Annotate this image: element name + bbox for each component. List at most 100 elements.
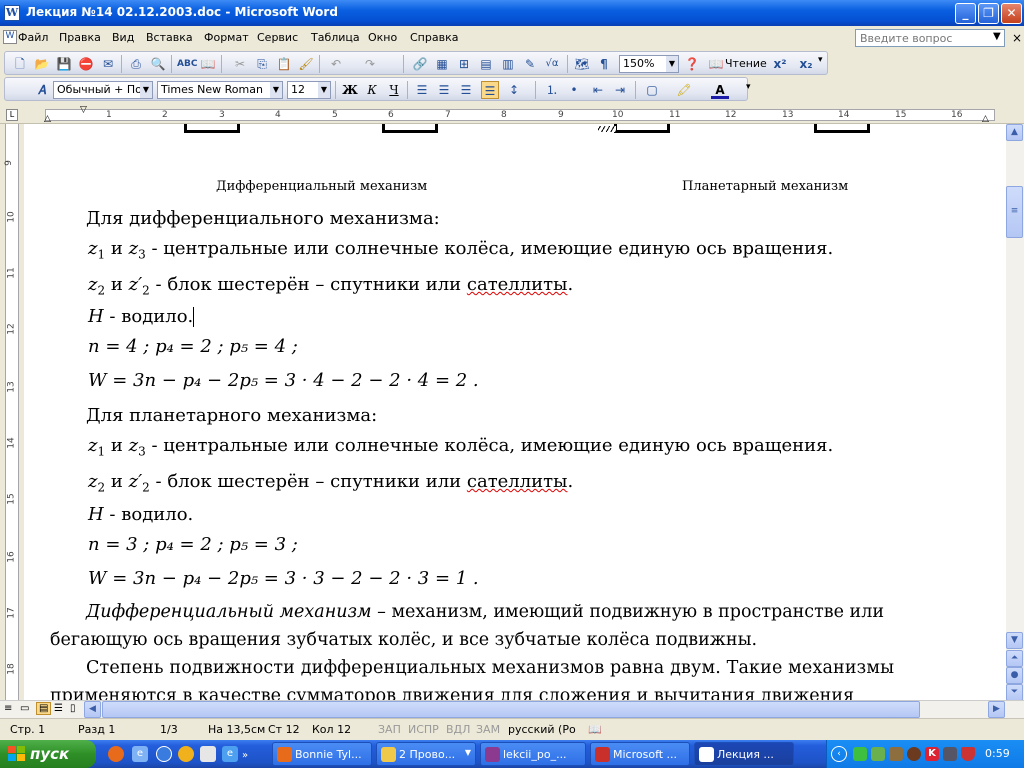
status-ovr[interactable]: ЗАМ: [476, 723, 500, 736]
document-map-icon[interactable]: 🗺: [573, 55, 591, 73]
align-center-icon[interactable]: ☰: [435, 81, 453, 99]
minimize-button[interactable]: _: [955, 3, 976, 24]
italic-button[interactable]: К: [363, 81, 381, 99]
underline-button[interactable]: Ч: [385, 81, 403, 99]
redo-icon[interactable]: ↷: [361, 55, 379, 73]
styles-formatting-icon[interactable]: 𝐴: [33, 81, 51, 99]
paste-icon[interactable]: 📋: [275, 55, 293, 73]
status-ext[interactable]: ВДЛ: [446, 723, 470, 736]
document-page[interactable]: Дифференциальный механизм Планетарный ме…: [24, 124, 1006, 700]
hyperlink-icon[interactable]: 🔗: [411, 55, 429, 73]
first-line-indent-marker[interactable]: ▽: [80, 105, 87, 115]
copy-icon[interactable]: ⎘: [253, 55, 271, 73]
toolbar-options-icon[interactable]: ▾: [818, 55, 823, 65]
borders-icon[interactable]: ▢: [643, 81, 661, 99]
undo-icon[interactable]: ↶: [327, 55, 345, 73]
style-select[interactable]: Обычный + По ц ▼: [53, 81, 153, 99]
status-rec[interactable]: ЗАП: [378, 723, 401, 736]
read-mode-icon[interactable]: 📖: [707, 55, 725, 73]
vertical-ruler[interactable]: 9 10 11 12 13 14 15 16 17 18: [0, 124, 24, 700]
align-right-icon[interactable]: ☰: [457, 81, 475, 99]
outline-view-icon[interactable]: ☰: [54, 703, 63, 714]
word-app-icon[interactable]: W: [4, 5, 20, 21]
next-page-button[interactable]: ⏷: [1006, 684, 1023, 701]
zoom-select[interactable]: 150% ▼: [619, 55, 679, 73]
hanging-indent-marker[interactable]: △: [44, 114, 51, 124]
security-shield-icon[interactable]: [961, 747, 975, 761]
scroll-down-button[interactable]: ▼: [1006, 632, 1023, 649]
select-browse-object-button[interactable]: ●: [1006, 667, 1023, 684]
tray-expand-icon[interactable]: ‹: [831, 746, 847, 762]
help-icon[interactable]: ❓: [683, 55, 701, 73]
tables-borders-icon[interactable]: ▦: [433, 55, 451, 73]
insert-excel-icon[interactable]: ▤: [477, 55, 495, 73]
ie2-quicklaunch-icon[interactable]: e: [222, 746, 238, 762]
line-spacing-icon[interactable]: ↕: [505, 81, 523, 99]
document-icon[interactable]: W: [3, 30, 17, 44]
task-word-document[interactable]: Лекция ...: [694, 742, 794, 766]
font-size-select[interactable]: 12 ▼: [287, 81, 331, 99]
tray-icon[interactable]: [907, 747, 921, 761]
highlight-icon[interactable]: 🖍: [675, 81, 693, 99]
new-document-icon[interactable]: 🗋: [11, 55, 29, 73]
drawing-icon[interactable]: ✎: [521, 55, 539, 73]
network-icon[interactable]: [943, 747, 957, 761]
spelling-status-icon[interactable]: 📖: [588, 723, 602, 736]
start-button[interactable]: пуск: [0, 740, 96, 768]
subscript-icon[interactable]: x₂: [797, 55, 815, 73]
menu-window[interactable]: Окно: [368, 31, 397, 44]
title-bar[interactable]: W Лекция №14 02.12.2003.doc - Microsoft …: [0, 0, 1024, 26]
scroll-thumb[interactable]: ≡: [1006, 186, 1023, 238]
menu-view[interactable]: Вид: [112, 31, 134, 44]
decrease-indent-icon[interactable]: ⇤: [589, 81, 607, 99]
quicklaunch-more-icon[interactable]: »: [242, 750, 248, 761]
toolbar-options-icon[interactable]: ▾: [746, 82, 751, 92]
menu-insert[interactable]: Вставка: [146, 31, 193, 44]
media-quicklaunch-icon[interactable]: [156, 746, 172, 762]
help-search-input[interactable]: Введите вопрос: [855, 29, 1005, 47]
read-mode-button[interactable]: Чтение: [725, 57, 767, 70]
task-microsoft[interactable]: Microsoft ...: [590, 742, 690, 766]
vertical-scrollbar[interactable]: ▲ ≡ ▼ ⏶ ● ⏷: [1006, 124, 1024, 701]
tab-selector-icon[interactable]: L: [6, 109, 18, 121]
kaspersky-icon[interactable]: K: [925, 747, 939, 761]
task-winrar[interactable]: lekcii_po_...: [480, 742, 586, 766]
scroll-right-button[interactable]: ▶: [988, 701, 1005, 718]
tray-icon[interactable]: [871, 747, 885, 761]
close-document-icon[interactable]: ×: [1012, 31, 1022, 45]
permission-icon[interactable]: ⛔: [77, 55, 95, 73]
tray-icon[interactable]: [889, 747, 903, 761]
ie-quicklaunch-icon[interactable]: e: [132, 746, 148, 762]
align-left-icon[interactable]: ☰: [413, 81, 431, 99]
firefox-quicklaunch-icon[interactable]: [108, 746, 124, 762]
research-icon[interactable]: 📖: [199, 55, 217, 73]
show-hide-icon[interactable]: ¶: [595, 55, 613, 73]
bullets-icon[interactable]: •: [565, 81, 583, 99]
task-firefox[interactable]: Bonnie Tyl...: [272, 742, 372, 766]
scroll-up-button[interactable]: ▲: [1006, 124, 1023, 141]
insert-table-icon[interactable]: ⊞: [455, 55, 473, 73]
status-trk[interactable]: ИСПР: [408, 723, 439, 736]
maximize-button[interactable]: ❐: [978, 3, 999, 24]
horizontal-scroll-thumb[interactable]: [102, 701, 920, 718]
clock-quicklaunch-icon[interactable]: [178, 746, 194, 762]
print-layout-icon[interactable]: ▤: [36, 702, 52, 715]
spelling-icon[interactable]: ABC: [177, 55, 197, 73]
email-icon[interactable]: ✉: [99, 55, 117, 73]
equation-icon[interactable]: √α: [543, 55, 561, 73]
bold-button[interactable]: Ж: [341, 81, 359, 99]
open-icon[interactable]: 📂: [33, 55, 51, 73]
scroll-left-button[interactable]: ◀: [84, 701, 101, 718]
print-icon[interactable]: ⎙: [127, 55, 145, 73]
font-select[interactable]: Times New Roman ▼: [157, 81, 283, 99]
cut-icon[interactable]: ✂: [231, 55, 249, 73]
justify-icon[interactable]: ☰: [481, 81, 499, 99]
superscript-icon[interactable]: x²: [771, 55, 789, 73]
format-painter-icon[interactable]: 🖌: [297, 55, 315, 73]
menu-edit[interactable]: Правка: [59, 31, 101, 44]
status-language[interactable]: русский (Ро: [508, 723, 576, 736]
menu-format[interactable]: Формат: [204, 31, 249, 44]
clock[interactable]: 0:59: [985, 747, 1010, 760]
right-indent-marker[interactable]: △: [982, 114, 989, 124]
save-icon[interactable]: 💾: [55, 55, 73, 73]
